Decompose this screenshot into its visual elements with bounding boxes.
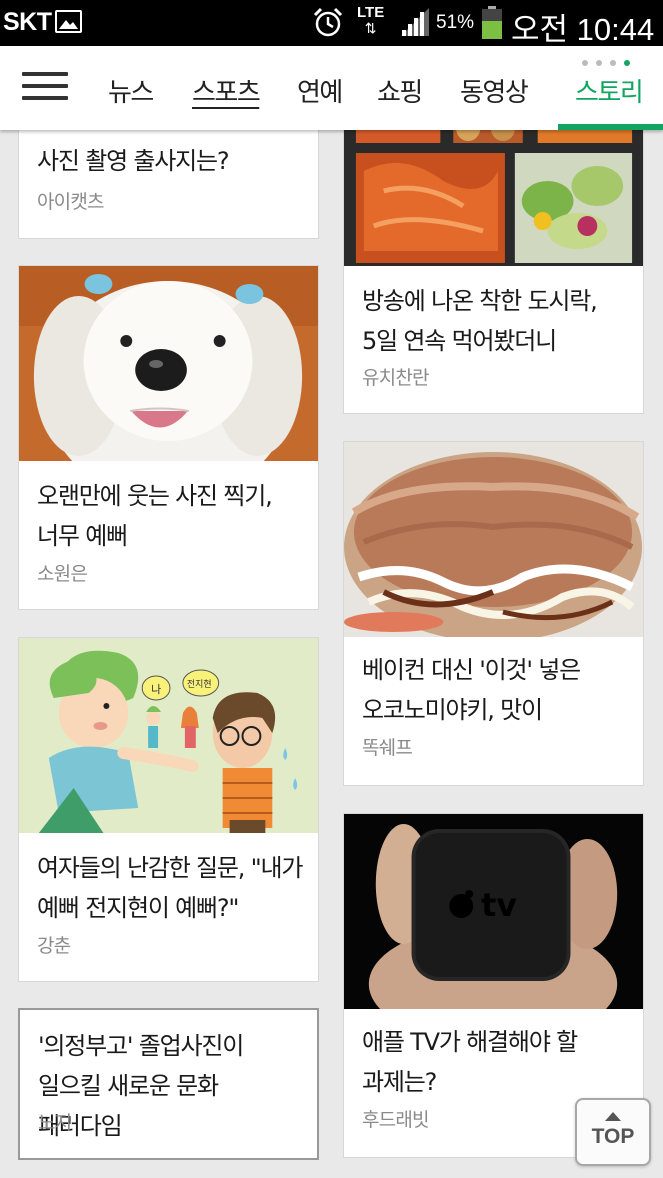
active-tab-indicator bbox=[558, 124, 663, 130]
tab-shopping[interactable]: 쇼핑 bbox=[377, 72, 423, 109]
story-source: 후드래빗 bbox=[362, 1109, 430, 1131]
alarm-icon bbox=[313, 7, 343, 37]
battery-icon bbox=[482, 6, 502, 39]
story-card[interactable]: 오랜만에 웃는 사진 찍기, 너무 예뻐 소원은 bbox=[18, 265, 319, 610]
story-card[interactable]: 베이컨 대신 '이것' 넣은 오코노미야키, 맛이 똑쉐프 bbox=[343, 441, 644, 786]
story-card[interactable]: 나 전지현 여자들의 난감한 질문, "내가 예뻐 전지현이 예뻐?" 강춘 bbox=[18, 637, 319, 982]
tab-story[interactable]: 스토리 bbox=[575, 72, 644, 109]
arrow-up-icon bbox=[605, 1112, 621, 1121]
story-title: 방송에 나온 착한 도시락, 5일 연속 먹어봤더니 bbox=[362, 287, 598, 355]
story-card[interactable]: '의정부고' 졸업사진이 일으킬 새로운 문화 패러다임 노지 bbox=[18, 1008, 319, 1160]
tab-sports[interactable]: 스포츠 bbox=[192, 72, 261, 109]
lte-icon: LTE ⇅ bbox=[357, 4, 385, 36]
navigation-bar: 뉴스 스포츠 연예 쇼핑 동영상 스토리 bbox=[0, 46, 663, 130]
tab-entertainment[interactable]: 연예 bbox=[297, 72, 343, 109]
page-indicator-dots bbox=[582, 60, 630, 66]
tab-video[interactable]: 동영상 bbox=[460, 72, 529, 109]
story-source: 소원은 bbox=[37, 563, 88, 585]
bubble-text: 나 bbox=[151, 683, 161, 696]
story-source: 똑쉐프 bbox=[362, 737, 413, 759]
signal-icon bbox=[401, 8, 429, 36]
top-button-label: TOP bbox=[591, 1125, 635, 1148]
story-source: 아이캣츠 bbox=[37, 191, 105, 213]
story-title: 베이컨 대신 '이것' 넣은 오코노미야키, 맛이 bbox=[362, 656, 581, 724]
story-card[interactable]: 방송에 나온 착한 도시락, 5일 연속 먹어봤더니 유치찬란 bbox=[343, 110, 644, 414]
white-dog-photo bbox=[19, 266, 318, 461]
cartoon-illustration: 나 전지현 bbox=[19, 638, 318, 833]
story-title: 여자들의 난감한 질문, "내가 예뻐 전지현이 예뻐?" bbox=[37, 854, 303, 922]
network-label: LTE bbox=[357, 4, 385, 21]
story-source: 노지 bbox=[38, 1112, 72, 1134]
story-title: 애플 TV가 해결해야 할 과제는? bbox=[362, 1028, 578, 1096]
status-bar: SKT LTE ⇅ 51% 오전 10:44 bbox=[0, 0, 663, 47]
apple-tv-photo: tv bbox=[344, 814, 643, 1009]
carrier-label: SKT bbox=[3, 8, 52, 36]
scroll-to-top-button[interactable]: TOP bbox=[575, 1098, 651, 1166]
lunchbox-photo bbox=[344, 111, 643, 266]
apple-tv-logo-text: tv bbox=[481, 886, 517, 924]
okonomiyaki-photo bbox=[344, 442, 643, 637]
story-source: 강춘 bbox=[37, 935, 71, 957]
story-source: 유치찬란 bbox=[362, 367, 430, 389]
clock: 오전 10:44 bbox=[511, 12, 655, 47]
story-title: '의정부고' 졸업사진이 일으킬 새로운 문화 패러다임 bbox=[38, 1032, 244, 1140]
story-title: 사진 촬영 출사지는? bbox=[37, 147, 230, 175]
hamburger-menu-icon[interactable] bbox=[22, 72, 68, 100]
bubble-text: 전지현 bbox=[187, 679, 212, 690]
battery-percent: 51% bbox=[436, 12, 475, 33]
story-title: 오랜만에 웃는 사진 찍기, 너무 예뻐 bbox=[37, 482, 273, 550]
gallery-icon bbox=[55, 10, 82, 33]
tab-news[interactable]: 뉴스 bbox=[108, 72, 154, 109]
